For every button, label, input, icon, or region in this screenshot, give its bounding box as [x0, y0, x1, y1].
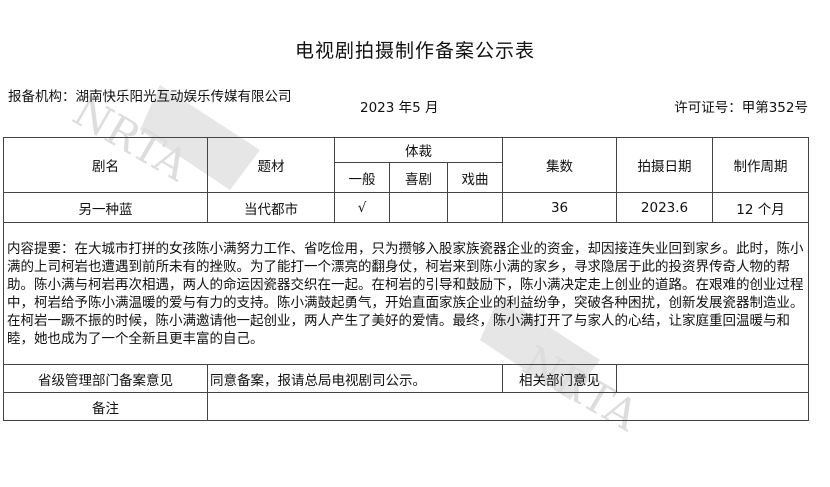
provincial-label: 省级管理部门备案意见	[3, 364, 208, 393]
cell-comedy	[389, 192, 448, 223]
header-genre-general: 一般	[334, 162, 390, 193]
filing-table: 剧名 题材 体裁 集数 拍摄日期 制作周期 一般 喜剧 戏曲 另一种蓝 当代都市…	[2, 137, 810, 421]
org-info: 报备机构：湖南快乐阳光互动娱乐传媒有限公司	[8, 88, 328, 106]
header-cycle: 制作周期	[712, 137, 810, 193]
remarks-label: 备注	[3, 392, 208, 421]
content-row: 内容提要：在大城市打拼的女孩陈小满努力工作、省吃俭用，只为攒够入股家族瓷器企业的…	[2, 222, 810, 365]
header-genre-opera: 戏曲	[446, 162, 504, 193]
opinion-row: 省级管理部门备案意见 同意备案，报请总局电视剧司公示。 相关部门意见	[3, 364, 810, 393]
document-title: 电视剧拍摄制作备案公示表	[294, 40, 535, 62]
header-name: 剧名	[3, 137, 208, 193]
license-number: 甲第352号	[741, 100, 808, 116]
related-opinion	[616, 364, 810, 393]
header-row: 剧名 题材 体裁 集数 拍摄日期 制作周期	[3, 137, 810, 193]
content-label: 内容提要：	[7, 240, 75, 257]
cell-shoot-date: 2023.6	[616, 192, 714, 223]
header-episodes: 集数	[502, 137, 618, 193]
table-row: 另一种蓝 当代都市 √ 36 2023.6 12 个月	[3, 192, 810, 223]
org-name: 湖南快乐阳光互动娱乐传媒有限公司	[75, 89, 292, 105]
provincial-opinion: 同意备案，报请总局电视剧司公示。	[206, 364, 504, 393]
remarks-row: 备注	[3, 392, 810, 421]
content-text: 在大城市打拼的女孩陈小满努力工作、省吃俭用，只为攒够入股家族瓷器企业的资金，却因…	[7, 240, 804, 347]
report-date: 2023 年5 月	[360, 100, 439, 116]
header-genre: 体裁	[333, 137, 504, 163]
org-label: 报备机构：	[8, 89, 76, 105]
license-info: 许可证号：甲第352号	[674, 96, 808, 116]
cell-episodes: 36	[502, 192, 618, 223]
license-label: 许可证号：	[674, 100, 742, 116]
cell-name: 另一种蓝	[3, 192, 208, 223]
content-summary: 内容提要：在大城市打拼的女孩陈小满努力工作、省吃俭用，只为攒够入股家族瓷器企业的…	[2, 222, 810, 365]
header-genre-comedy: 喜剧	[389, 162, 448, 193]
cell-theme: 当代都市	[207, 192, 335, 223]
cell-cycle: 12 个月	[712, 192, 810, 223]
cell-opera	[446, 192, 504, 223]
meta-row: 报备机构：湖南快乐阳光互动娱乐传媒有限公司 2023 年5 月 许可证号：甲第3…	[8, 88, 808, 128]
remarks-value	[206, 392, 810, 421]
header-shoot-date: 拍摄日期	[616, 137, 714, 193]
header-theme: 题材	[207, 137, 335, 193]
cell-general: √	[334, 192, 390, 223]
document-page: NRTA NRTA 电视剧拍摄制作备案公示表 报备机构：湖南快乐阳光互动娱乐传媒…	[0, 0, 830, 487]
related-label: 相关部门意见	[502, 364, 618, 393]
